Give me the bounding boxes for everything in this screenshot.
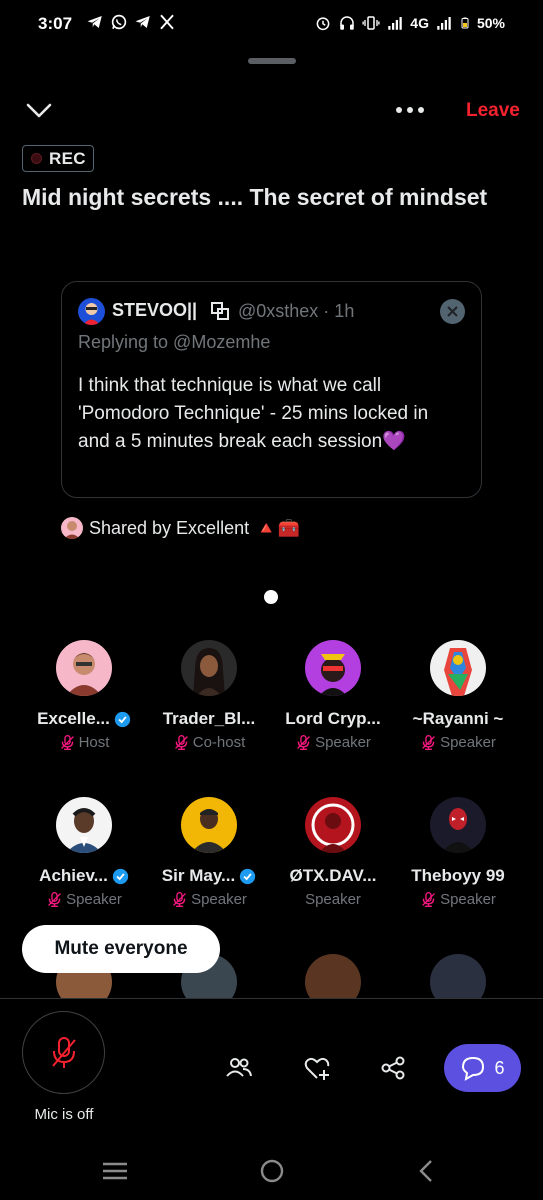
avatar[interactable] (305, 640, 361, 696)
participant-name: Excelle... (37, 709, 110, 728)
participant[interactable]: Sir May... Speaker (144, 797, 274, 909)
tweet-handle-time: @0xsthex · 1h (238, 301, 355, 321)
battery-level: 50% (476, 15, 505, 31)
participant-name: Lord Cryp... (285, 709, 381, 728)
chat-count: 6 (494, 1057, 505, 1078)
mic-off-icon (174, 734, 188, 750)
replying-to[interactable]: Replying to @Mozemhe (78, 332, 270, 353)
people-icon[interactable] (224, 1053, 254, 1083)
leave-button[interactable]: Leave (466, 100, 520, 122)
tweet-author-name[interactable]: STEVOO|| (112, 300, 197, 321)
participant[interactable]: Trader_Bl... Co-host (144, 640, 274, 752)
chevron-down-icon[interactable] (24, 98, 54, 122)
headphones-icon (340, 16, 355, 30)
participant-role: Speaker (315, 733, 371, 751)
participant[interactable]: Lord Cryp... Speaker (268, 640, 398, 752)
participant-role: Speaker (66, 890, 122, 908)
verified-badge-icon (114, 711, 131, 727)
signal-icon (437, 17, 451, 30)
participant-name: ØTX.DAV... (289, 866, 377, 885)
whatsapp-icon (111, 14, 127, 30)
mic-toggle-button[interactable] (22, 1011, 105, 1094)
avatar[interactable] (181, 640, 237, 696)
notification-icons (86, 13, 176, 31)
alarm-icon (316, 17, 330, 31)
participant-role: Co-host (192, 733, 246, 751)
avatar[interactable] (305, 954, 361, 998)
participant-name: Theboyy 99 (411, 866, 505, 885)
chat-bubble-icon (462, 1056, 485, 1081)
avatar[interactable] (181, 797, 237, 853)
participant[interactable]: Excelle... Host (19, 640, 149, 752)
avatar[interactable] (305, 797, 361, 853)
mic-off-icon (60, 734, 74, 750)
participant-role: Host (78, 733, 110, 751)
mute-everyone-button[interactable]: Mute everyone (22, 925, 220, 973)
participant-name: ~Rayanni ~ (412, 709, 504, 728)
shared-by: Shared by Excellent 🔺🧰 (61, 517, 300, 539)
chat-button[interactable]: 6 (444, 1044, 521, 1092)
avatar[interactable] (56, 797, 112, 853)
divider (0, 998, 543, 999)
avatar[interactable] (56, 640, 112, 696)
telegram-icon (87, 16, 102, 28)
participant-role: Speaker (440, 890, 496, 908)
avatar[interactable] (430, 797, 486, 853)
mic-off-icon (51, 1036, 76, 1068)
status-bar: 3:07 4G 50% (0, 0, 543, 50)
recording-badge: REC (22, 145, 94, 172)
participant-name: Trader_Bl... (162, 709, 256, 728)
status-time: 3:07 (38, 14, 73, 33)
space-title: Mid night secrets .... The secret of min… (22, 184, 488, 210)
vibrate-icon (362, 16, 380, 30)
heart-plus-icon[interactable] (302, 1053, 332, 1083)
participant-name: Sir May... (161, 866, 236, 885)
mic-status-label: Mic is off (34, 1106, 94, 1123)
record-dot-icon (31, 153, 42, 164)
telegram-icon (135, 16, 150, 28)
mic-off-icon (422, 891, 435, 907)
shared-by-label: Shared by Excellent (89, 517, 250, 538)
participant[interactable]: ØTX.DAV... Speaker (268, 797, 398, 909)
participant-role: Speaker (440, 733, 496, 751)
verified-badge-icon (112, 868, 128, 884)
sheet-drag-handle[interactable] (248, 58, 296, 64)
more-options-button[interactable] (392, 100, 428, 120)
mic-off-icon (297, 734, 310, 750)
avatar[interactable] (430, 954, 486, 998)
mic-off-icon (422, 734, 435, 750)
participant[interactable]: ~Rayanni ~ Speaker (393, 640, 523, 752)
shared-by-emojis: 🔺🧰 (255, 517, 300, 538)
participant-role: Speaker (305, 890, 361, 908)
page-indicator (264, 590, 278, 604)
affiliate-icon (211, 302, 229, 320)
participant-role: Speaker (191, 890, 247, 908)
dot (418, 107, 424, 113)
shared-tweet-card[interactable]: STEVOO|| @0xsthex · 1h Replying to @Moze… (61, 281, 482, 498)
signal-icon (388, 17, 403, 30)
close-icon[interactable] (440, 299, 465, 324)
dot (396, 107, 402, 113)
participant[interactable]: Achiev... Speaker (19, 797, 149, 909)
mic-off-icon (173, 891, 186, 907)
back-icon[interactable] (412, 1158, 442, 1184)
share-icon[interactable] (378, 1053, 408, 1083)
battery-icon (461, 17, 469, 29)
home-icon[interactable] (257, 1158, 287, 1184)
tweet-body: I think that technique is what we call '… (78, 375, 429, 452)
x-icon (160, 14, 174, 30)
avatar (61, 517, 83, 539)
mic-off-icon (48, 891, 61, 907)
avatar[interactable] (78, 298, 105, 325)
verified-badge-icon (240, 868, 256, 884)
dot (407, 107, 413, 113)
rec-label: REC (49, 148, 86, 168)
participant-name: Achiev... (39, 866, 108, 885)
recent-apps-icon[interactable] (100, 1158, 130, 1184)
participant[interactable]: Theboyy 99 Speaker (393, 797, 523, 909)
system-icons: 4G 50% (314, 14, 505, 32)
avatar[interactable] (430, 640, 486, 696)
network-type: 4G (410, 15, 429, 31)
